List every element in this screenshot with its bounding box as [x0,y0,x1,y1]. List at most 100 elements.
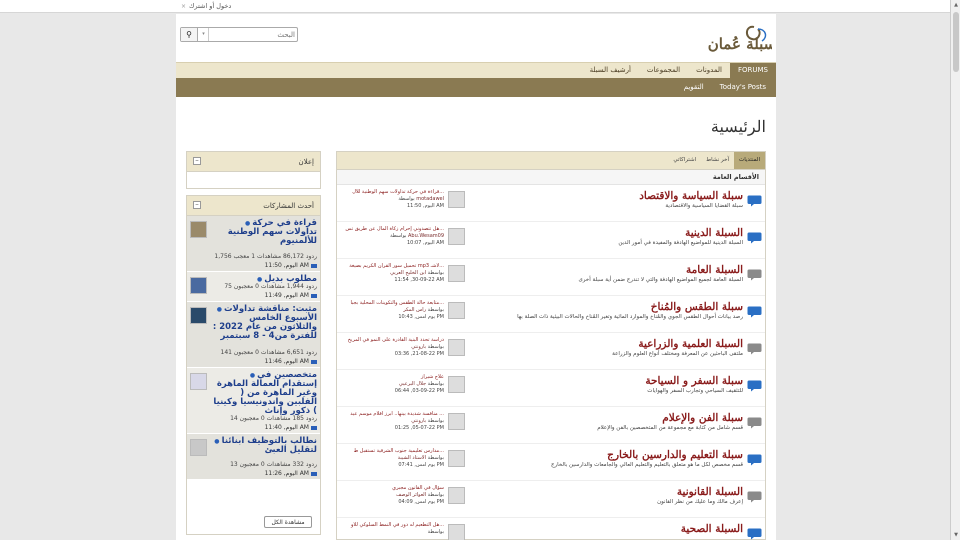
collapse-icon[interactable]: – [193,157,201,165]
last-post-avatar[interactable] [448,413,465,430]
tab-latest-activity[interactable]: آخر نشاط [701,152,734,169]
forum-row: السبلة القانونية إعرف مالك وما عليك من نظ… [337,481,765,518]
forum-title[interactable]: سبلة الطقس والمُناخ [651,301,743,313]
forum-row: السبلة العلمية والزراعية ملتقى الباحثين ع… [337,333,765,370]
tab-subscriptions[interactable]: اشتراكاتي [668,152,701,169]
tab-forums[interactable]: FORUMS [729,63,776,79]
post-thumbnail[interactable] [190,307,207,324]
forum-title[interactable]: سبلة السياسة والاقتصاد [639,190,743,202]
last-post-avatar[interactable] [448,265,465,282]
forum-title[interactable]: السبلة القانونية [677,486,743,498]
search-input[interactable] [211,29,295,40]
scroll-down-icon[interactable]: ▼ [951,530,960,540]
last-post-date: 06:44 ,03-09-22 PM [394,388,444,394]
last-post-by: بواسطة [398,196,415,202]
last-post-author[interactable]: Abu.Wesam09 [408,233,444,239]
last-post-avatar[interactable] [448,191,465,208]
main-nav: FORUMS المدونات المجموعات أرشيف السبلة [176,62,776,79]
last-post-author[interactable]: motadawel [416,196,444,202]
forum-row: سبلة الفن والإعلام قسم شامل من كتابة مع م… [337,407,765,444]
forum-title[interactable]: السبلة الدينية [685,227,743,239]
last-post-author[interactable]: بارونتي [411,344,426,350]
search-button[interactable]: ⚲ [181,28,198,41]
forum-description: قسم شامل من كتابة مع مجموعة من المتخصصين… [597,425,743,431]
last-post-author[interactable]: الاستاذ الشيبة [398,455,426,461]
last-post-title[interactable]: هل تتصدوني إحرام زكاة المال عن طريق تس..… [345,226,444,232]
last-post-title[interactable]: هل التطعيم له دور في النمط السلوكي للأو.… [351,522,444,528]
post-icon [311,263,317,268]
last-post-title[interactable]: متابعة حالة الطقس والتكوينات المحلية بجب… [351,300,445,306]
last-post-author[interactable]: بارونتي [411,418,426,424]
last-post-by: بواسطة [427,344,444,350]
site-logo[interactable]: سبلة عُمان [696,23,776,55]
last-post-avatar[interactable] [448,376,465,393]
forum-title[interactable]: السبلة العامة [686,264,743,276]
forum-description: إعرف مالك وما عليك من نظر القانون [657,499,743,505]
last-post-by: بواسطة [427,381,444,387]
search-options-dropdown[interactable]: ▾ [199,28,209,41]
forum-row: سبلة السفر و السياحة للتثقيف السياحي وتجا… [337,370,765,407]
last-post-author[interactable]: ابن الخليج العربي [390,270,426,276]
last-post-title[interactable]: مدارس تعليمية جنوب الشرقية تستقبل ط... [354,448,444,454]
recent-post-stats: 14 ردود 185 مشاهدات 0 معجبون [230,415,317,422]
forum-title[interactable]: سبلة الفن والإعلام [662,412,743,424]
last-post-title[interactable]: سؤال في القانون مجبري [392,485,444,491]
close-icon[interactable]: × [181,3,186,10]
scroll-up-icon[interactable]: ▲ [951,0,960,10]
forum-title[interactable]: السبلة الصحية [681,523,743,535]
tab-blogs[interactable]: المدونات [688,63,730,79]
post-thumbnail[interactable] [190,439,207,456]
recent-post-title[interactable]: ● متخصصين في إستقدام العمالة الماهرة وغي… [212,371,317,416]
forum-list-panel: المنتديات آخر نشاط اشتراكاتي الأقسام الع… [336,151,766,540]
forum-title[interactable]: السبلة العلمية والزراعية [638,338,743,350]
scrollbar[interactable]: ▲ ▼ [950,0,960,540]
forum-bubble-icon [747,232,762,244]
post-icon: ● [216,306,225,313]
recent-post-title[interactable]: ● نطالب بالتوظيف ابنائنا لتقليل العبئ [212,437,317,455]
recent-post-date: اليوم, 11:26 AM [265,470,317,477]
recent-post-title[interactable]: ● مثبت: مناقشة تداولات الأسبوع الخامس وا… [212,305,317,341]
last-post-title[interactable]: دراسة تحدد البنية القادرة على النمو في ا… [348,337,444,343]
tab-archive[interactable]: أرشيف السبلة [582,63,639,79]
tab-groups[interactable]: المجموعات [639,63,688,79]
logo-text: سبلة عُمان [708,35,772,53]
subnav-todays-posts[interactable]: Today's Posts [720,78,766,97]
last-post-avatar[interactable] [448,302,465,319]
ad-box-title: إعلان [298,158,314,166]
last-post-by: بواسطة [427,418,444,424]
last-post-avatar[interactable] [448,339,465,356]
recent-post-item: ● نطالب بالتوظيف ابنائنا لتقليل العبئ 13 … [187,434,320,480]
last-post-avatar[interactable] [448,487,465,504]
forum-bubble-icon [747,528,762,540]
post-icon: ● [214,438,222,445]
forum-title[interactable]: سبلة السفر و السياحة [645,375,743,387]
last-post-avatar[interactable] [448,450,465,467]
login-link[interactable]: × دخول أو اشترك [181,2,231,10]
view-all-button[interactable]: مشاهدة الكل [264,516,312,528]
recent-post-title[interactable]: ● قراءة في حركة تداولات سهم الوطنية للأل… [212,219,317,246]
last-post-author[interactable]: جلال البرعيي [399,381,426,387]
last-post-author[interactable]: رأس المكر [403,307,426,313]
last-post-title[interactable]: منافسة شديدة بينها.. أبرز أفلام موسم عيد… [350,411,444,417]
last-post-avatar[interactable] [448,228,465,245]
post-icon [311,359,317,364]
post-thumbnail[interactable] [190,221,207,238]
forum-row: سبلة السياسة والاقتصاد سبلة القضايا السيا… [337,185,765,222]
post-thumbnail[interactable] [190,277,207,294]
last-post-avatar[interactable] [448,524,465,540]
collapse-icon[interactable]: – [193,201,201,209]
last-post-title[interactable]: قراءة في حركة تداولات سهم الوطنية للأل..… [352,189,444,195]
scroll-thumb[interactable] [953,12,959,72]
tab-forums-list[interactable]: المنتديات [734,152,765,169]
login-label[interactable]: دخول أو اشترك [189,2,231,10]
subnav-calendar[interactable]: التقويم [684,78,704,97]
forum-title[interactable]: سبلة التعليم والدارسين بالخارج [607,449,743,461]
last-post-title[interactable]: علاج شيراز [421,374,444,380]
logo-icon: سبلة عُمان [708,25,776,53]
last-post-date: يوم أمس, 10:43 PM [398,314,444,320]
forum-description: رصد بيانات أحوال الطقس الجوي والمُناخ وا… [517,314,743,320]
last-post-title[interactable]: تحميل سور القرآن الكريم بصيغة mp3 لاشـ..… [349,263,444,269]
post-thumbnail[interactable] [190,373,207,390]
last-post-author[interactable]: العوائر الوصف [396,492,426,498]
forum-description: للتثقيف السياحي وتجارب السفر والهوايات [647,388,743,394]
